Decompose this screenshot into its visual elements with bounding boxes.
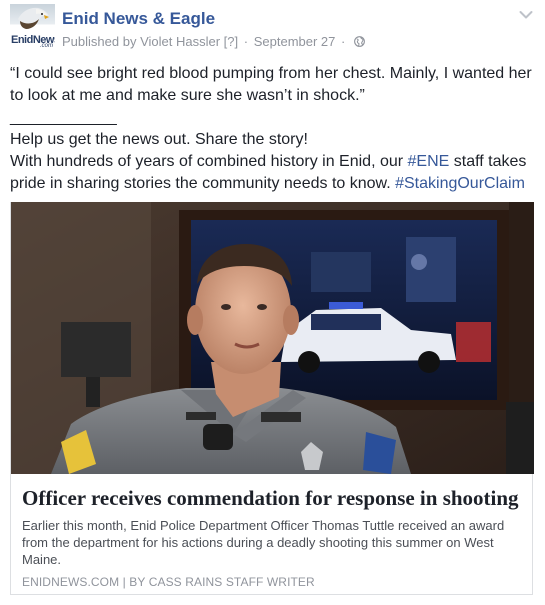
chevron-down-icon[interactable] bbox=[519, 10, 533, 20]
link-source: ENIDNEWS.COM | BY CASS RAINS STAFF WRITE… bbox=[22, 575, 315, 589]
link-preview-card[interactable]: Officer receives commendation for respon… bbox=[10, 202, 534, 595]
meta-separator: · bbox=[341, 34, 346, 49]
link-title[interactable]: Officer receives commendation for respon… bbox=[22, 486, 519, 511]
post-text-segment: With hundreds of years of combined histo… bbox=[10, 153, 408, 170]
avatar-logo-subtext: .com bbox=[39, 43, 53, 49]
hashtag-ene-link[interactable]: #ENE bbox=[408, 153, 450, 170]
post-message: “I could see bright red blood pumping fr… bbox=[10, 63, 535, 195]
page-name-link[interactable]: Enid News & Eagle bbox=[62, 9, 215, 29]
publisher-name[interactable]: Violet Hassler bbox=[140, 34, 220, 49]
meta-separator: · bbox=[243, 34, 249, 49]
post-date-link[interactable]: September 27 bbox=[254, 34, 336, 49]
officer-photo bbox=[11, 202, 534, 474]
published-by-label: Published by bbox=[62, 34, 137, 49]
post-divider: ____________ bbox=[10, 109, 117, 126]
help-mark[interactable]: [?] bbox=[224, 34, 238, 49]
post-line-share: Help us get the news out. Share the stor… bbox=[10, 131, 308, 148]
post-line-history: With hundreds of years of combined histo… bbox=[10, 151, 535, 195]
facebook-post: EnidNews .com Enid News & Eagle Publishe… bbox=[0, 0, 545, 605]
link-preview-image[interactable] bbox=[11, 202, 534, 474]
link-description: Earlier this month, Enid Police Departme… bbox=[22, 518, 505, 567]
post-quote: “I could see bright red blood pumping fr… bbox=[10, 65, 532, 104]
eagle-logo-icon bbox=[18, 7, 49, 29]
page-avatar[interactable]: EnidNews .com bbox=[10, 4, 55, 49]
hashtag-stakingourclaim-link[interactable]: #StakingOurClaim bbox=[395, 175, 525, 192]
post-meta: Published by Violet Hassler [?] · Septem… bbox=[62, 34, 365, 49]
globe-icon[interactable] bbox=[354, 36, 365, 47]
